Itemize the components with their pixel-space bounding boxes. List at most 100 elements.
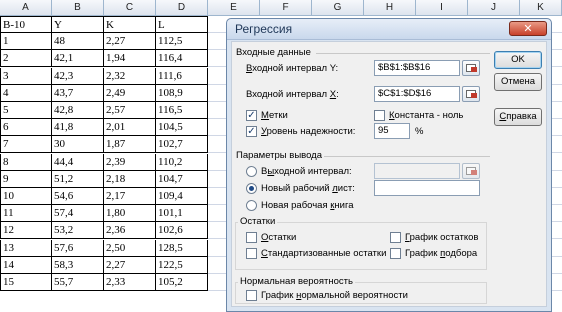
table-cell[interactable]: 2,32 [104, 68, 156, 85]
table-cell[interactable]: 12 [0, 222, 52, 239]
table-cell[interactable]: Y [52, 16, 104, 33]
table-cell[interactable]: 42,3 [52, 68, 104, 85]
table-cell[interactable]: 10 [0, 188, 52, 205]
column-header[interactable]: J [468, 0, 520, 16]
column-header[interactable]: D [156, 0, 208, 16]
column-header[interactable]: A [0, 0, 52, 16]
table-cell[interactable]: 109,4 [156, 188, 208, 205]
table-cell[interactable]: 3 [0, 68, 52, 85]
column-header[interactable]: G [312, 0, 364, 16]
table-cell[interactable]: 8 [0, 154, 52, 171]
labels-checkbox[interactable]: ✓ [246, 110, 257, 121]
table-cell[interactable]: 42,8 [52, 102, 104, 119]
table-cell[interactable]: 2,36 [104, 222, 156, 239]
table-cell[interactable]: 15 [0, 274, 52, 291]
table-cell[interactable]: 116,4 [156, 50, 208, 67]
table-cell[interactable]: 51,2 [52, 171, 104, 188]
table-cell[interactable]: 48 [52, 33, 104, 50]
dialog-title-bar[interactable]: Регрессия ✕ [227, 19, 551, 40]
table-cell[interactable]: 110,2 [156, 154, 208, 171]
table-cell[interactable]: 1,94 [104, 50, 156, 67]
table-cell[interactable]: 54,6 [52, 188, 104, 205]
cancel-button[interactable]: Отмена [494, 73, 542, 91]
column-header[interactable]: I [416, 0, 468, 16]
table-cell[interactable]: 101,1 [156, 205, 208, 222]
table-cell[interactable]: 2,57 [104, 102, 156, 119]
table-cell[interactable]: 102,7 [156, 136, 208, 153]
confidence-checkbox[interactable]: ✓ [246, 126, 257, 137]
new-book-radio[interactable] [246, 200, 257, 211]
range-picker-icon[interactable] [462, 163, 480, 179]
table-cell[interactable]: 43,7 [52, 85, 104, 102]
dialog-body: Входные данные Входной интервал Y: $B$1:… [231, 41, 547, 307]
table-cell[interactable]: 4 [0, 85, 52, 102]
table-cell[interactable]: 57,4 [52, 205, 104, 222]
table-cell[interactable]: 116,5 [156, 102, 208, 119]
normal-plot-checkbox[interactable] [246, 290, 257, 301]
table-cell[interactable]: 55,7 [52, 274, 104, 291]
table-cell[interactable]: 2,50 [104, 240, 156, 257]
constant-zero-checkbox[interactable] [374, 110, 385, 121]
table-cell[interactable]: 11 [0, 205, 52, 222]
table-cell[interactable]: 1,80 [104, 205, 156, 222]
table-cell[interactable]: 108,9 [156, 85, 208, 102]
table-cell[interactable]: 2,39 [104, 154, 156, 171]
table-cell[interactable]: 2 [0, 50, 52, 67]
residuals-checkbox[interactable] [246, 232, 257, 243]
table-cell[interactable]: 14 [0, 257, 52, 274]
table-cell[interactable]: 30 [52, 136, 104, 153]
column-header[interactable]: K [520, 0, 562, 16]
residual-plots-checkbox[interactable] [390, 232, 401, 243]
new-sheet-input[interactable] [374, 180, 480, 196]
table-cell[interactable]: 13 [0, 240, 52, 257]
column-header[interactable]: C [104, 0, 156, 16]
range-picker-icon[interactable] [462, 60, 480, 76]
table-cell[interactable]: L [156, 16, 208, 33]
table-cell[interactable]: 1 [0, 33, 52, 50]
table-cell[interactable]: 2,17 [104, 188, 156, 205]
table-cell[interactable]: 42,1 [52, 50, 104, 67]
table-cell[interactable]: 111,6 [156, 68, 208, 85]
table-cell[interactable]: 104,5 [156, 119, 208, 136]
table-cell[interactable]: 122,5 [156, 257, 208, 274]
table-cell[interactable]: 2,33 [104, 274, 156, 291]
table-cell[interactable]: 41,8 [52, 119, 104, 136]
line-fit-checkbox[interactable] [390, 248, 401, 259]
table-cell[interactable]: 1,87 [104, 136, 156, 153]
table-cell[interactable]: 112,5 [156, 33, 208, 50]
close-button[interactable]: ✕ [509, 21, 547, 36]
help-button[interactable]: Справка [494, 108, 542, 126]
table-cell[interactable]: 2,27 [104, 257, 156, 274]
column-header[interactable]: H [364, 0, 416, 16]
table-cell[interactable]: В-10 [0, 16, 52, 33]
table-cell[interactable]: 105,2 [156, 274, 208, 291]
table-cell[interactable]: 2,49 [104, 85, 156, 102]
column-header[interactable]: F [260, 0, 312, 16]
table-cell[interactable]: 2,27 [104, 33, 156, 50]
y-range-input[interactable]: $B$1:$B$16 [374, 60, 460, 76]
column-header[interactable]: B [52, 0, 104, 16]
output-range-radio[interactable] [246, 166, 257, 177]
table-cell[interactable]: 102,6 [156, 222, 208, 239]
range-picker-icon[interactable] [462, 86, 480, 102]
table-cell[interactable]: 44,4 [52, 154, 104, 171]
table-cell[interactable]: K [104, 16, 156, 33]
table-cell[interactable]: 6 [0, 119, 52, 136]
table-cell[interactable]: 7 [0, 136, 52, 153]
table-cell[interactable]: 104,7 [156, 171, 208, 188]
output-range-input[interactable] [374, 163, 460, 179]
column-header[interactable]: E [208, 0, 260, 16]
table-cell[interactable]: 2,01 [104, 119, 156, 136]
table-cell[interactable]: 5 [0, 102, 52, 119]
new-sheet-radio[interactable] [246, 183, 257, 194]
confidence-input[interactable]: 95 [374, 123, 410, 139]
x-range-input[interactable]: $C$1:$D$16 [374, 86, 460, 102]
ok-button[interactable]: OK [494, 51, 542, 69]
table-cell[interactable]: 128,5 [156, 240, 208, 257]
table-cell[interactable]: 9 [0, 171, 52, 188]
table-cell[interactable]: 53,2 [52, 222, 104, 239]
table-cell[interactable]: 58,3 [52, 257, 104, 274]
table-cell[interactable]: 57,6 [52, 240, 104, 257]
table-cell[interactable]: 2,18 [104, 171, 156, 188]
std-residuals-checkbox[interactable] [246, 248, 257, 259]
